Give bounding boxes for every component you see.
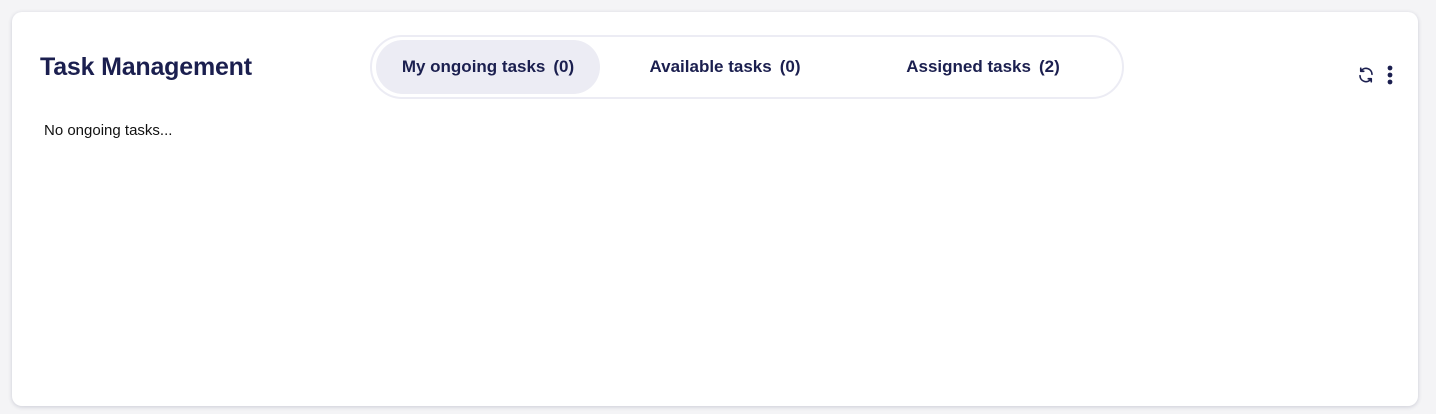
card-actions [1356, 64, 1396, 86]
tab-count: (0) [553, 57, 575, 76]
tab-label: Available tasks [649, 57, 772, 76]
tab-count: (2) [1038, 57, 1060, 76]
tab-my-ongoing-tasks[interactable]: My ongoing tasks (0) [376, 40, 600, 94]
tab-count: (0) [779, 57, 801, 76]
more-options-button[interactable] [1384, 64, 1396, 86]
tab-available-tasks[interactable]: Available tasks (0) [600, 40, 850, 94]
refresh-icon [1359, 67, 1373, 83]
refresh-button[interactable] [1356, 64, 1376, 86]
tab-assigned-tasks[interactable]: Assigned tasks (2) [850, 40, 1116, 94]
tab-label: Assigned tasks [906, 57, 1031, 76]
page-title: Task Management [40, 53, 252, 81]
tab-label: My ongoing tasks [401, 57, 546, 76]
more-vertical-icon [1387, 65, 1393, 85]
empty-state-message: No ongoing tasks... [44, 122, 173, 139]
task-management-card: Task Management My ongoing tasks (0) Ava… [12, 12, 1418, 406]
task-tabs: My ongoing tasks (0) Available tasks (0)… [370, 35, 1124, 99]
